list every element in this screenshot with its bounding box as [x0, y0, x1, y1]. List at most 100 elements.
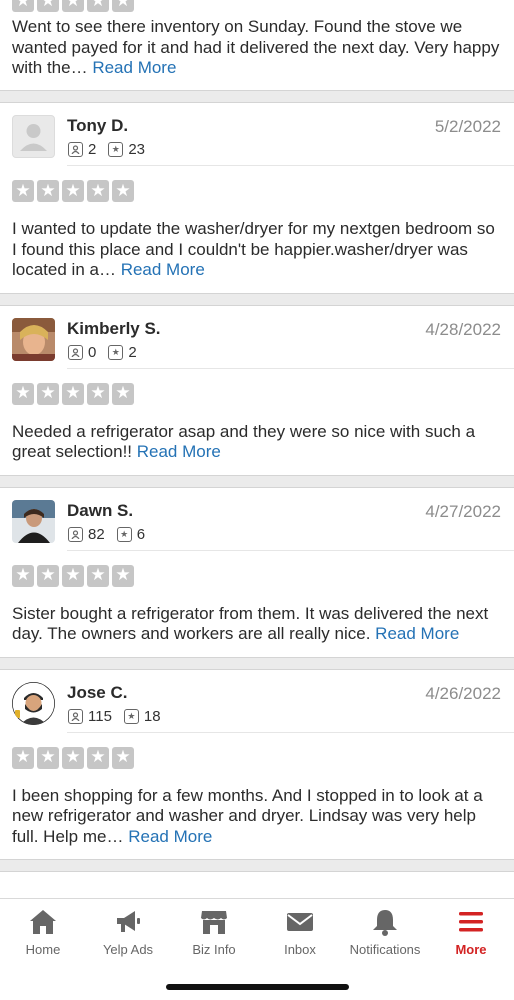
photo-count-icon: ★	[108, 344, 124, 360]
tab-label: Notifications	[349, 942, 421, 957]
photo-count: 18	[143, 707, 161, 725]
photo-count-icon: ★	[108, 142, 124, 157]
star-icon: ★	[87, 746, 109, 769]
tab-home[interactable]: Home	[0, 905, 86, 957]
avatar[interactable]	[12, 317, 55, 361]
star-icon: ★	[12, 180, 34, 202]
star-icon: ★	[87, 564, 109, 587]
tab-label: Inbox	[284, 942, 316, 957]
read-more-link[interactable]: Read More	[128, 827, 212, 846]
star-icon: ★	[112, 180, 134, 202]
home-icon	[30, 910, 56, 934]
review-count-icon	[68, 526, 83, 542]
review-card: Kimberly S. 4/28/2022 0 ★ 2 ★ ★ ★ ★ ★ Ne…	[0, 305, 514, 475]
tab-label: More	[455, 942, 487, 957]
megaphone-icon	[117, 911, 140, 932]
star-rating: ★ ★ ★ ★ ★	[0, 733, 514, 769]
read-more-link[interactable]: Read More	[137, 442, 221, 461]
review-text: Needed a refrigerator asap and they were…	[0, 405, 514, 475]
star-icon: ★	[62, 382, 84, 405]
separator	[0, 656, 514, 670]
star-icon: ★	[112, 564, 134, 587]
reviewer-stats: 82 ★ 6	[68, 526, 157, 543]
tab-notifications[interactable]: Notifications	[342, 905, 428, 957]
review-text: I been shopping for a few months. And I …	[0, 769, 514, 860]
reviewer-name[interactable]: Tony D.	[67, 116, 128, 136]
default-avatar-icon	[20, 124, 47, 151]
separator	[0, 90, 514, 103]
review-count: 0	[88, 343, 97, 361]
review-date: 5/2/2022	[434, 117, 501, 136]
star-icon: ★	[112, 0, 134, 12]
reviewer-name[interactable]: Kimberly S.	[67, 319, 161, 339]
star-icon: ★	[37, 0, 59, 12]
photo-count: 6	[136, 525, 146, 543]
review-body: Went to see there inventory on Sunday. F…	[12, 17, 500, 77]
star-icon: ★	[37, 382, 59, 405]
reviewer-name[interactable]: Dawn S.	[67, 501, 133, 521]
star-icon: ★	[62, 564, 84, 587]
avatar[interactable]	[12, 499, 55, 543]
review-count: 82	[88, 525, 105, 543]
review-header: Dawn S. 4/27/2022 82 ★ 6	[0, 488, 514, 550]
reviewer-stats: 115 ★ 18	[68, 708, 173, 725]
separator	[0, 474, 514, 488]
review-text: Sister bought a refrigerator from them. …	[0, 587, 514, 657]
partial-review: ★ ★ ★ ★ ★ Went to see there inventory on…	[0, 0, 514, 90]
reviewer-stats: 2 ★ 23	[68, 141, 157, 158]
reviewer-name[interactable]: Jose C.	[67, 683, 127, 703]
star-icon: ★	[12, 0, 34, 12]
star-icon: ★	[12, 382, 34, 405]
review-body: I been shopping for a few months. And I …	[12, 785, 483, 846]
menu-icon	[459, 912, 483, 932]
reviewer-stats: 0 ★ 2	[68, 344, 149, 361]
bell-icon	[373, 910, 397, 936]
photo-count-icon: ★	[123, 708, 139, 724]
read-more-link[interactable]: Read More	[375, 624, 459, 643]
review-count-icon	[68, 344, 83, 360]
tab-biz-info[interactable]: Biz Info	[171, 905, 257, 957]
tab-yelp-ads[interactable]: Yelp Ads	[85, 905, 171, 957]
review-body: I wanted to update the washer/dryer for …	[12, 219, 495, 279]
review-card: Tony D. 5/2/2022 2 ★ 23 ★ ★ ★ ★ ★ I want…	[0, 103, 514, 293]
reviews-feed[interactable]: ★ ★ ★ ★ ★ Went to see there inventory on…	[0, 0, 514, 898]
review-header: Kimberly S. 4/28/2022 0 ★ 2	[0, 306, 514, 368]
star-icon: ★	[87, 0, 109, 12]
photo-count-icon: ★	[116, 526, 132, 542]
tab-label: Yelp Ads	[102, 942, 154, 957]
user-photo-icon	[12, 317, 55, 361]
star-rating: ★ ★ ★ ★ ★	[0, 369, 514, 405]
separator	[0, 292, 514, 306]
tab-more[interactable]: More	[428, 905, 514, 957]
storefront-icon	[201, 911, 227, 934]
star-icon: ★	[37, 180, 59, 202]
home-indicator[interactable]	[166, 984, 349, 990]
review-date: 4/28/2022	[425, 319, 501, 339]
star-icon: ★	[62, 746, 84, 769]
review-count-icon	[68, 142, 83, 157]
review-card: Dawn S. 4/27/2022 82 ★ 6 ★ ★ ★ ★ ★ Siste…	[0, 487, 514, 657]
star-icon: ★	[112, 382, 134, 405]
separator	[0, 859, 514, 872]
envelope-icon	[287, 913, 313, 931]
review-text: I wanted to update the washer/dryer for …	[0, 202, 514, 293]
review-text: Went to see there inventory on Sunday. F…	[0, 17, 514, 79]
star-icon: ★	[12, 746, 34, 769]
star-icon: ★	[87, 382, 109, 405]
review-count: 2	[88, 141, 97, 158]
avatar[interactable]	[12, 681, 55, 725]
star-icon: ★	[12, 564, 34, 587]
star-icon: ★	[62, 0, 84, 12]
review-date: 4/27/2022	[425, 501, 501, 521]
photo-count: 2	[128, 343, 137, 361]
read-more-link[interactable]: Read More	[92, 58, 176, 77]
tab-inbox[interactable]: Inbox	[257, 905, 343, 957]
user-photo-icon	[12, 681, 55, 725]
read-more-link[interactable]: Read More	[121, 260, 205, 279]
avatar[interactable]	[12, 115, 55, 158]
review-card: Jose C. 4/26/2022 115 ★ 18 ★ ★ ★ ★ ★ I b…	[0, 669, 514, 860]
star-icon: ★	[37, 564, 59, 587]
tab-label: Biz Info	[192, 942, 236, 957]
star-icon: ★	[37, 746, 59, 769]
star-icon: ★	[62, 180, 84, 202]
